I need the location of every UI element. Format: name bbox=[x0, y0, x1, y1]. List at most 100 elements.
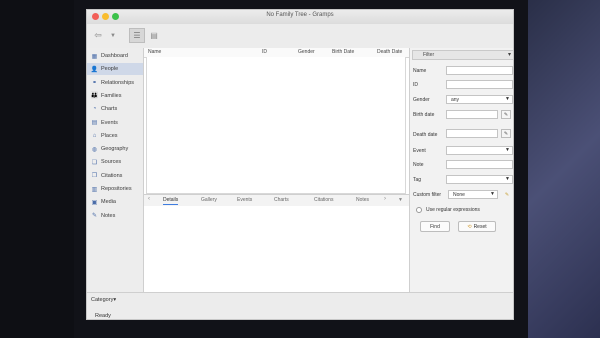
chevron-down-icon: ▾ bbox=[507, 52, 511, 58]
column-header-id[interactable]: ID bbox=[262, 49, 267, 55]
sidebar-item-notes[interactable]: ✎ Notes bbox=[87, 210, 143, 222]
families-icon: 👪 bbox=[90, 93, 99, 100]
sidebar-item-label: Relationships bbox=[101, 79, 135, 86]
toolbar: ⇦ ▼ ☰ ▤ bbox=[87, 24, 513, 49]
gender-select[interactable]: any ▼ bbox=[446, 95, 513, 104]
chevron-down-icon: ▾ bbox=[113, 297, 117, 303]
sidebar-item-citations[interactable]: ❐ Citations bbox=[87, 170, 143, 182]
id-label: ID bbox=[413, 82, 418, 88]
note-input[interactable] bbox=[446, 160, 513, 169]
tab-events[interactable]: Events bbox=[237, 197, 252, 203]
death-date-edit-icon[interactable]: ✎ bbox=[501, 129, 511, 138]
gender-value: any bbox=[451, 97, 460, 103]
relationships-icon: ⚭ bbox=[91, 80, 98, 87]
filter-header-label: Filter bbox=[423, 52, 435, 58]
tab-menu-chevron-icon[interactable]: ▼ bbox=[398, 197, 403, 203]
sidebar-item-label: Sources bbox=[101, 159, 122, 166]
tree-view-icon[interactable]: ▤ bbox=[147, 28, 161, 43]
sidebar-item-charts[interactable]: ◔ Charts bbox=[87, 103, 143, 115]
sidebar-item-places[interactable]: ⌂ Places bbox=[87, 130, 143, 142]
death-date-input[interactable] bbox=[446, 129, 498, 138]
sidebar-item-label: Media bbox=[101, 199, 116, 206]
sidebar-item-label: Charts bbox=[101, 106, 118, 113]
list-view-icon[interactable]: ☰ bbox=[129, 28, 145, 43]
navigation-arrow-icon[interactable]: ⇦ bbox=[91, 28, 105, 43]
sidebar-item-media[interactable]: ▣ Media bbox=[87, 196, 143, 208]
column-header-death-date[interactable]: Death Date bbox=[377, 49, 402, 55]
tab-citations[interactable]: Citations bbox=[314, 197, 333, 203]
sidebar-item-relationships[interactable]: ⚭ Relationships bbox=[87, 77, 143, 89]
dashboard-icon: ▦ bbox=[91, 53, 98, 60]
chevron-down-icon: ▼ bbox=[505, 176, 510, 182]
sidebar-item-label: Citations bbox=[101, 172, 123, 179]
people-list[interactable] bbox=[146, 57, 406, 194]
reset-icon: ⟲ bbox=[467, 223, 472, 230]
status-bar: Category▾ Ready bbox=[87, 292, 513, 319]
chevron-down-icon: ▼ bbox=[505, 96, 510, 102]
custom-filter-select[interactable]: None ▼ bbox=[448, 190, 498, 199]
sidebar-item-label: Geography bbox=[101, 146, 129, 153]
birth-date-input[interactable] bbox=[446, 110, 498, 119]
find-button[interactable]: Find bbox=[420, 221, 450, 232]
event-label: Event bbox=[413, 148, 426, 154]
sources-icon: ❏ bbox=[91, 159, 98, 166]
tab-details[interactable]: Details bbox=[163, 197, 179, 205]
tab-gallery[interactable]: Gallery bbox=[201, 197, 217, 203]
events-icon: ▤ bbox=[91, 120, 98, 126]
gramps-window: No Family Tree - Gramps ⇦ ▼ ☰ ▤ ▦ Dashboa… bbox=[86, 9, 514, 320]
filter-selector[interactable]: Filter ▾ bbox=[412, 50, 513, 60]
category-label: Category bbox=[91, 297, 114, 303]
tab-charts[interactable]: Charts bbox=[274, 197, 289, 203]
people-view: Name ID Gender Birth Date Death Date ‹ D… bbox=[144, 48, 409, 292]
desktop-background-left bbox=[0, 0, 74, 338]
find-button-label: Find bbox=[430, 223, 440, 230]
sidebar-item-people[interactable]: 👤 People bbox=[87, 63, 143, 76]
reset-button[interactable]: ⟲ Reset bbox=[458, 221, 496, 232]
geography-icon: ◍ bbox=[91, 146, 98, 153]
column-header-gender[interactable]: Gender bbox=[298, 49, 315, 55]
column-header-name[interactable]: Name bbox=[148, 49, 161, 55]
chevron-down-icon[interactable]: ▼ bbox=[109, 28, 117, 43]
id-input[interactable] bbox=[446, 80, 513, 89]
title-bar: No Family Tree - Gramps bbox=[87, 10, 513, 25]
category-toggle[interactable]: Category▾ bbox=[91, 297, 116, 303]
name-input[interactable] bbox=[446, 66, 513, 75]
regex-label: Use regular expressions bbox=[426, 207, 480, 213]
gender-label: Gender bbox=[413, 97, 430, 103]
window-title: No Family Tree - Gramps bbox=[266, 12, 334, 18]
note-label: Note bbox=[413, 162, 424, 168]
event-select[interactable]: ▼ bbox=[446, 146, 513, 155]
regex-checkbox[interactable] bbox=[416, 207, 422, 213]
edit-filter-icon[interactable]: ✎ bbox=[502, 190, 512, 199]
desktop-background-right bbox=[528, 0, 600, 338]
media-icon: ▣ bbox=[91, 199, 98, 206]
tab-notes[interactable]: Notes bbox=[356, 197, 369, 203]
sidebar-item-label: Events bbox=[101, 119, 118, 126]
tag-select[interactable]: ▼ bbox=[446, 175, 513, 184]
tab-scroll-right-icon[interactable]: › bbox=[384, 196, 386, 202]
chevron-down-icon: ▼ bbox=[505, 147, 510, 153]
sidebar-item-label: Notes bbox=[101, 212, 116, 219]
tab-scroll-left-icon[interactable]: ‹ bbox=[148, 196, 150, 202]
reset-button-label: Reset bbox=[473, 223, 487, 230]
repositories-icon: ▥ bbox=[91, 186, 98, 193]
sidebar-item-label: Places bbox=[101, 132, 118, 139]
sidebar-item-repositories[interactable]: ▥ Repositories bbox=[87, 183, 143, 195]
notes-icon: ✎ bbox=[91, 213, 98, 220]
sidebar-item-label: Dashboard bbox=[101, 53, 128, 59]
sidebar-item-label: Repositories bbox=[101, 186, 132, 192]
sidebar-item-events[interactable]: ▤ Events bbox=[87, 117, 143, 129]
charts-icon: ◔ bbox=[92, 106, 97, 113]
navigator-sidebar: ▦ Dashboard 👤 People ⚭ Relationships 👪 Families… bbox=[87, 48, 144, 292]
sidebar-item-geography[interactable]: ◍ Geography bbox=[87, 143, 143, 155]
citations-icon: ❐ bbox=[91, 173, 98, 180]
sidebar-item-sources[interactable]: ❏ Sources bbox=[87, 156, 143, 168]
sidebar-item-families[interactable]: 👪 Families bbox=[87, 90, 143, 102]
sidebar-item-label: People bbox=[101, 66, 119, 73]
column-header-birth-date[interactable]: Birth Date bbox=[332, 49, 354, 55]
birth-date-edit-icon[interactable]: ✎ bbox=[501, 110, 511, 119]
birth-date-label: Birth date bbox=[413, 112, 435, 118]
death-date-label: Death date bbox=[413, 132, 438, 138]
sidebar-item-dashboard[interactable]: ▦ Dashboard bbox=[87, 50, 143, 62]
custom-filter-value: None bbox=[453, 192, 465, 198]
